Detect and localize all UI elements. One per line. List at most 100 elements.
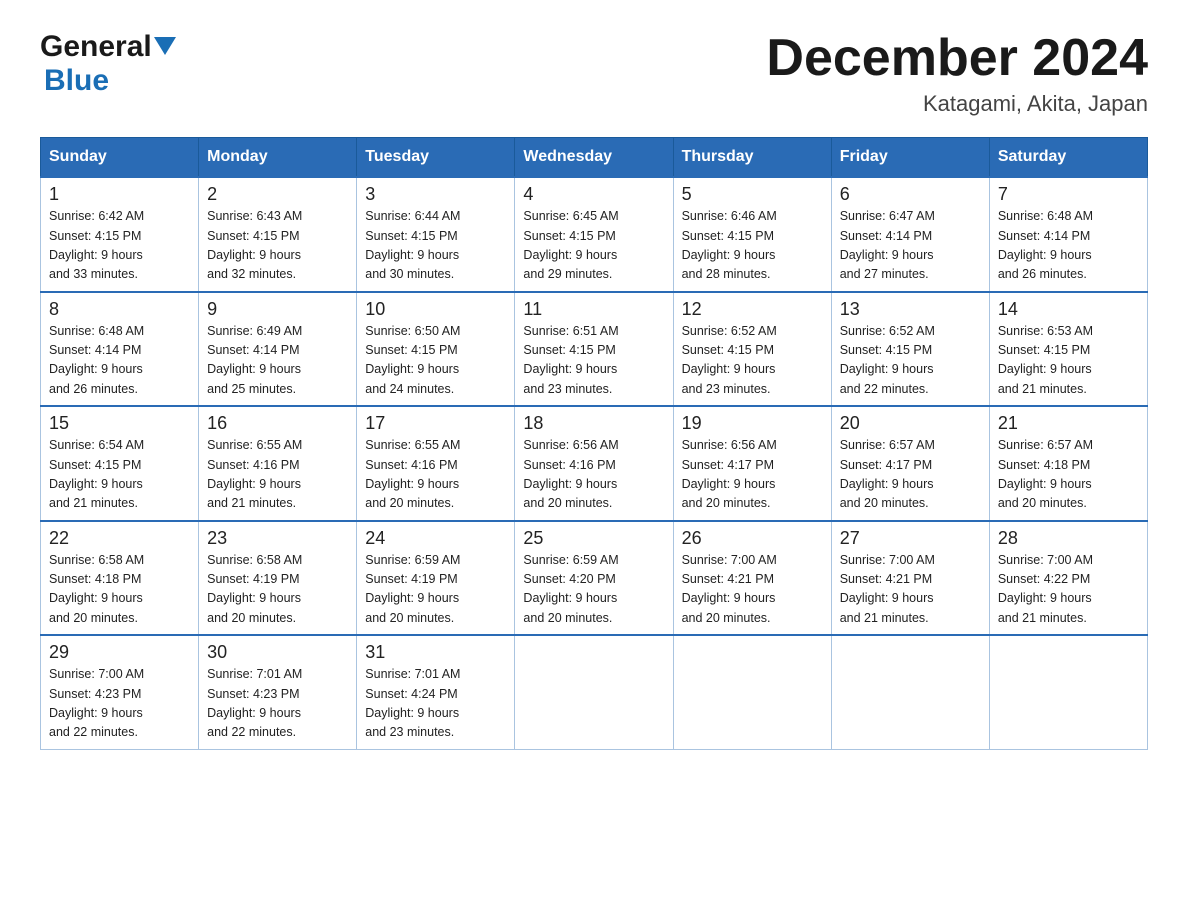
day-number: 31	[365, 642, 506, 663]
day-number: 21	[998, 413, 1139, 434]
day-number: 17	[365, 413, 506, 434]
day-number: 15	[49, 413, 190, 434]
day-info: Sunrise: 6:58 AMSunset: 4:18 PMDaylight:…	[49, 551, 190, 629]
day-info: Sunrise: 6:55 AMSunset: 4:16 PMDaylight:…	[365, 436, 506, 514]
weekday-header-friday: Friday	[831, 138, 989, 178]
calendar-cell: 6Sunrise: 6:47 AMSunset: 4:14 PMDaylight…	[831, 177, 989, 292]
calendar-cell: 25Sunrise: 6:59 AMSunset: 4:20 PMDayligh…	[515, 521, 673, 636]
calendar-cell	[989, 635, 1147, 749]
day-number: 1	[49, 184, 190, 205]
month-title: December 2024	[766, 30, 1148, 87]
calendar-cell	[673, 635, 831, 749]
calendar-cell: 11Sunrise: 6:51 AMSunset: 4:15 PMDayligh…	[515, 292, 673, 407]
weekday-header-sunday: Sunday	[41, 138, 199, 178]
day-info: Sunrise: 7:00 AMSunset: 4:21 PMDaylight:…	[840, 551, 981, 629]
weekday-header-tuesday: Tuesday	[357, 138, 515, 178]
weekday-header-monday: Monday	[199, 138, 357, 178]
calendar-cell: 20Sunrise: 6:57 AMSunset: 4:17 PMDayligh…	[831, 406, 989, 521]
day-number: 11	[523, 299, 664, 320]
day-info: Sunrise: 6:55 AMSunset: 4:16 PMDaylight:…	[207, 436, 348, 514]
day-info: Sunrise: 7:01 AMSunset: 4:24 PMDaylight:…	[365, 665, 506, 743]
calendar-cell: 13Sunrise: 6:52 AMSunset: 4:15 PMDayligh…	[831, 292, 989, 407]
day-number: 19	[682, 413, 823, 434]
calendar-cell: 30Sunrise: 7:01 AMSunset: 4:23 PMDayligh…	[199, 635, 357, 749]
calendar-week-row: 29Sunrise: 7:00 AMSunset: 4:23 PMDayligh…	[41, 635, 1148, 749]
day-info: Sunrise: 6:51 AMSunset: 4:15 PMDaylight:…	[523, 322, 664, 400]
day-info: Sunrise: 6:49 AMSunset: 4:14 PMDaylight:…	[207, 322, 348, 400]
logo-blue-text: Blue	[44, 64, 109, 97]
calendar-cell: 18Sunrise: 6:56 AMSunset: 4:16 PMDayligh…	[515, 406, 673, 521]
day-info: Sunrise: 6:42 AMSunset: 4:15 PMDaylight:…	[49, 207, 190, 285]
calendar-cell	[515, 635, 673, 749]
day-number: 2	[207, 184, 348, 205]
calendar-cell: 8Sunrise: 6:48 AMSunset: 4:14 PMDaylight…	[41, 292, 199, 407]
day-number: 9	[207, 299, 348, 320]
calendar-cell: 14Sunrise: 6:53 AMSunset: 4:15 PMDayligh…	[989, 292, 1147, 407]
day-number: 28	[998, 528, 1139, 549]
calendar-cell: 19Sunrise: 6:56 AMSunset: 4:17 PMDayligh…	[673, 406, 831, 521]
day-info: Sunrise: 7:00 AMSunset: 4:21 PMDaylight:…	[682, 551, 823, 629]
calendar-cell: 5Sunrise: 6:46 AMSunset: 4:15 PMDaylight…	[673, 177, 831, 292]
day-info: Sunrise: 6:47 AMSunset: 4:14 PMDaylight:…	[840, 207, 981, 285]
calendar-cell: 23Sunrise: 6:58 AMSunset: 4:19 PMDayligh…	[199, 521, 357, 636]
logo-arrow-icon	[154, 37, 176, 59]
weekday-header-wednesday: Wednesday	[515, 138, 673, 178]
day-number: 13	[840, 299, 981, 320]
day-number: 3	[365, 184, 506, 205]
weekday-header-thursday: Thursday	[673, 138, 831, 178]
title-block: December 2024 Katagami, Akita, Japan	[766, 30, 1148, 117]
day-number: 16	[207, 413, 348, 434]
calendar-cell: 9Sunrise: 6:49 AMSunset: 4:14 PMDaylight…	[199, 292, 357, 407]
logo-general-text: General	[40, 30, 152, 64]
day-info: Sunrise: 6:52 AMSunset: 4:15 PMDaylight:…	[682, 322, 823, 400]
day-info: Sunrise: 6:46 AMSunset: 4:15 PMDaylight:…	[682, 207, 823, 285]
calendar-table: SundayMondayTuesdayWednesdayThursdayFrid…	[40, 137, 1148, 750]
calendar-cell: 16Sunrise: 6:55 AMSunset: 4:16 PMDayligh…	[199, 406, 357, 521]
calendar-week-row: 1Sunrise: 6:42 AMSunset: 4:15 PMDaylight…	[41, 177, 1148, 292]
day-info: Sunrise: 6:59 AMSunset: 4:20 PMDaylight:…	[523, 551, 664, 629]
calendar-week-row: 15Sunrise: 6:54 AMSunset: 4:15 PMDayligh…	[41, 406, 1148, 521]
day-number: 8	[49, 299, 190, 320]
calendar-cell: 15Sunrise: 6:54 AMSunset: 4:15 PMDayligh…	[41, 406, 199, 521]
day-info: Sunrise: 7:00 AMSunset: 4:23 PMDaylight:…	[49, 665, 190, 743]
day-number: 5	[682, 184, 823, 205]
day-info: Sunrise: 6:48 AMSunset: 4:14 PMDaylight:…	[998, 207, 1139, 285]
day-number: 24	[365, 528, 506, 549]
calendar-cell: 28Sunrise: 7:00 AMSunset: 4:22 PMDayligh…	[989, 521, 1147, 636]
day-info: Sunrise: 6:56 AMSunset: 4:16 PMDaylight:…	[523, 436, 664, 514]
day-number: 4	[523, 184, 664, 205]
day-info: Sunrise: 6:52 AMSunset: 4:15 PMDaylight:…	[840, 322, 981, 400]
calendar-cell: 22Sunrise: 6:58 AMSunset: 4:18 PMDayligh…	[41, 521, 199, 636]
day-info: Sunrise: 6:57 AMSunset: 4:17 PMDaylight:…	[840, 436, 981, 514]
calendar-cell: 2Sunrise: 6:43 AMSunset: 4:15 PMDaylight…	[199, 177, 357, 292]
calendar-cell: 21Sunrise: 6:57 AMSunset: 4:18 PMDayligh…	[989, 406, 1147, 521]
day-number: 7	[998, 184, 1139, 205]
logo: General Blue	[40, 30, 176, 98]
day-info: Sunrise: 6:48 AMSunset: 4:14 PMDaylight:…	[49, 322, 190, 400]
day-number: 12	[682, 299, 823, 320]
calendar-cell: 3Sunrise: 6:44 AMSunset: 4:15 PMDaylight…	[357, 177, 515, 292]
day-number: 18	[523, 413, 664, 434]
day-number: 30	[207, 642, 348, 663]
day-number: 26	[682, 528, 823, 549]
day-number: 20	[840, 413, 981, 434]
day-info: Sunrise: 6:44 AMSunset: 4:15 PMDaylight:…	[365, 207, 506, 285]
calendar-cell: 24Sunrise: 6:59 AMSunset: 4:19 PMDayligh…	[357, 521, 515, 636]
day-info: Sunrise: 6:56 AMSunset: 4:17 PMDaylight:…	[682, 436, 823, 514]
day-number: 10	[365, 299, 506, 320]
calendar-cell	[831, 635, 989, 749]
day-number: 23	[207, 528, 348, 549]
weekday-header-row: SundayMondayTuesdayWednesdayThursdayFrid…	[41, 138, 1148, 178]
location-text: Katagami, Akita, Japan	[766, 91, 1148, 117]
calendar-cell: 7Sunrise: 6:48 AMSunset: 4:14 PMDaylight…	[989, 177, 1147, 292]
day-number: 14	[998, 299, 1139, 320]
weekday-header-saturday: Saturday	[989, 138, 1147, 178]
calendar-cell: 31Sunrise: 7:01 AMSunset: 4:24 PMDayligh…	[357, 635, 515, 749]
calendar-cell: 10Sunrise: 6:50 AMSunset: 4:15 PMDayligh…	[357, 292, 515, 407]
day-number: 25	[523, 528, 664, 549]
calendar-week-row: 22Sunrise: 6:58 AMSunset: 4:18 PMDayligh…	[41, 521, 1148, 636]
calendar-header: SundayMondayTuesdayWednesdayThursdayFrid…	[41, 138, 1148, 178]
day-number: 29	[49, 642, 190, 663]
day-number: 27	[840, 528, 981, 549]
day-info: Sunrise: 6:43 AMSunset: 4:15 PMDaylight:…	[207, 207, 348, 285]
